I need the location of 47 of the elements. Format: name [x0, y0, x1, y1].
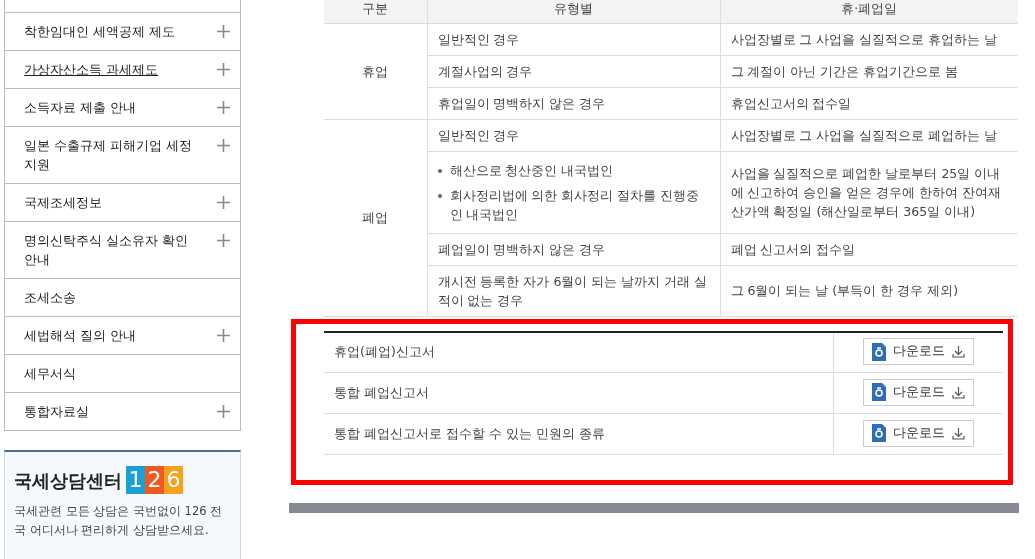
- expand-icon[interactable]: [217, 231, 230, 247]
- document-icon: [871, 383, 886, 402]
- document-icon: [871, 342, 886, 361]
- table-cell: 폐업일이 명백하지 않은 경우: [427, 233, 720, 265]
- table-cell-text: 회사정리법에 의한 회사정리 절차를 진행중인 내국법인: [449, 186, 701, 224]
- table-cell-text: 해산으로 청산중인 내국법인: [449, 161, 614, 180]
- column-header: 유형별: [427, 0, 720, 23]
- table-cell: 일반적인 경우: [427, 23, 720, 55]
- table-cell: 휴업: [324, 23, 427, 119]
- sidebar-item[interactable]: 착한임대인 세액공제 제도: [4, 13, 241, 51]
- sidebar-item[interactable]: 세무서식: [4, 355, 241, 393]
- expand-icon[interactable]: [217, 136, 230, 152]
- sidebar-item[interactable]: 조세소송: [4, 279, 241, 317]
- file-name: 통합 폐업신고서로 접수할 수 있는 민원의 종류: [324, 413, 833, 455]
- column-header: 구분: [324, 0, 427, 23]
- table-cell: 폐업: [324, 119, 427, 316]
- document-icon: [871, 424, 886, 443]
- table-cell: 개시전 등록한 자가 6월이 되는 날까지 거래 실적이 없는 경우: [427, 265, 720, 316]
- counsel-text: 국세관련 모든 상담은 국번없이 126 전국 어디서나 편리하게 상담받으세요.: [14, 503, 224, 539]
- sidebar-item[interactable]: 통합자료실: [4, 393, 241, 431]
- table-cell: 계절사업의 경우: [427, 55, 720, 87]
- file-name: 휴업(폐업)신고서: [324, 331, 833, 373]
- download-icon: [951, 345, 965, 359]
- expand-icon[interactable]: [217, 326, 230, 342]
- bullet-icon: [437, 168, 442, 173]
- sidebar-item[interactable]: 명의신탁주식 실소유자 확인안내: [4, 222, 241, 279]
- sidebar-item[interactable]: 소득자료 제출 안내: [4, 89, 241, 127]
- table-cell: 휴업일이 명백하지 않은 경우: [427, 87, 720, 119]
- bullet-icon: [437, 193, 442, 198]
- file-name: 통합 폐업신고서: [324, 372, 833, 414]
- expand-icon[interactable]: [217, 98, 230, 114]
- sidebar-item[interactable]: 국제조세정보: [4, 184, 241, 222]
- expand-icon[interactable]: [217, 22, 230, 38]
- expand-icon[interactable]: [217, 60, 230, 76]
- expand-icon[interactable]: [217, 402, 230, 418]
- download-button[interactable]: 다운로드: [862, 378, 974, 406]
- download-icon: [951, 426, 965, 440]
- table-cell: 일반적인 경우: [427, 119, 720, 151]
- sidebar-item[interactable]: 가상자산소득 과세제도: [4, 51, 241, 89]
- download-button[interactable]: 다운로드: [862, 419, 974, 447]
- download-button[interactable]: 다운로드: [862, 338, 974, 365]
- download-icon: [951, 385, 965, 399]
- column-header: 휴·폐업일: [720, 0, 1018, 23]
- sidebar-item[interactable]: 일본 수출규제 피해기업 세정지원: [4, 127, 241, 184]
- expand-icon[interactable]: [217, 193, 230, 209]
- counsel-title: 국세상담센터: [14, 468, 122, 493]
- sidebar-item[interactable]: 세법해석 질의 안내: [4, 317, 241, 355]
